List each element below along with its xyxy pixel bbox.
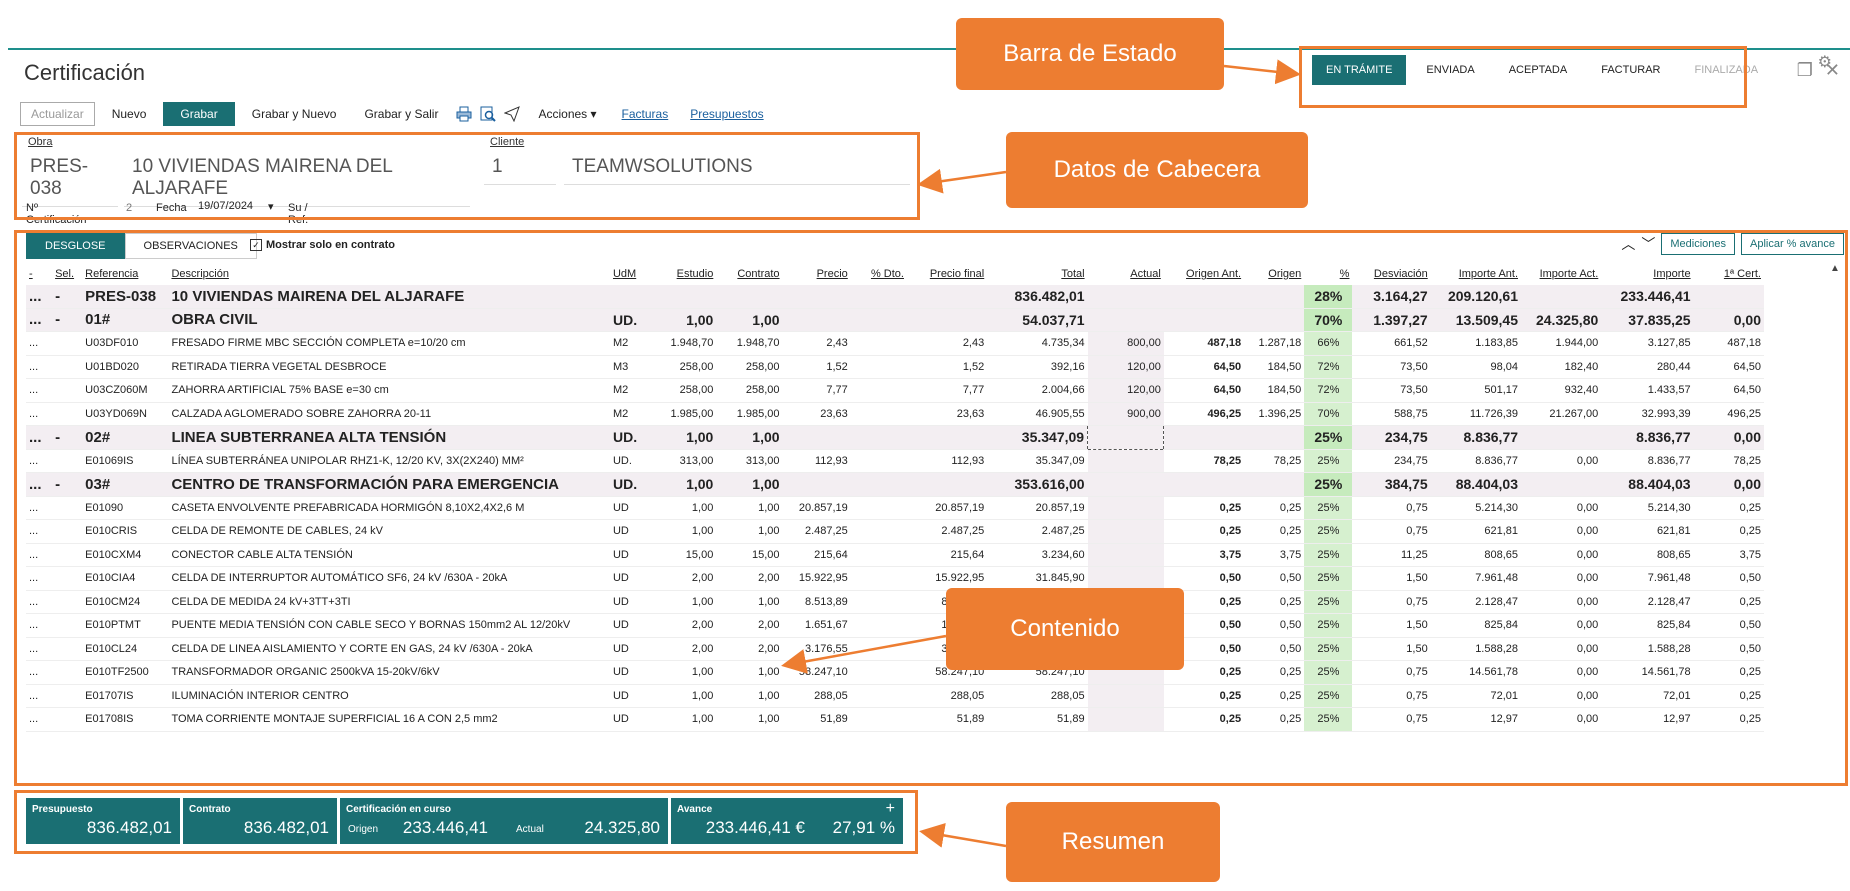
facturas-link[interactable]: Facturas	[614, 107, 677, 121]
actualizar-button[interactable]: Actualizar	[20, 102, 95, 126]
grabar-button[interactable]: Grabar	[163, 102, 235, 126]
send-icon[interactable]	[503, 105, 521, 123]
print-icon[interactable]	[455, 105, 473, 123]
grabar-nuevo-button[interactable]: Grabar y Nuevo	[241, 102, 348, 126]
caret-down-icon: ▾	[590, 107, 597, 121]
callout-resumen: Resumen	[1006, 802, 1220, 882]
window-title: Certificación	[24, 60, 146, 85]
grabar-salir-button[interactable]: Grabar y Salir	[353, 102, 449, 126]
restore-icon[interactable]: ❐	[1797, 60, 1813, 81]
status-bar-frame	[1299, 46, 1747, 108]
callout-datos-cabecera: Datos de Cabecera	[1006, 132, 1308, 208]
content-frame	[14, 230, 1848, 786]
settings-gear-icon[interactable]: ⚙	[1818, 52, 1832, 72]
preview-icon[interactable]	[479, 105, 497, 123]
acciones-label: Acciones	[538, 107, 588, 121]
nuevo-button[interactable]: Nuevo	[101, 102, 158, 126]
callout-contenido: Contenido	[946, 588, 1184, 670]
summary-frame	[14, 790, 918, 854]
acciones-menu[interactable]: Acciones ▾	[527, 102, 607, 126]
toolbar: Actualizar Nuevo Grabar Grabar y Nuevo G…	[20, 102, 772, 126]
header-frame	[14, 132, 920, 220]
callout-barra-estado: Barra de Estado	[956, 18, 1224, 90]
presupuestos-link[interactable]: Presupuestos	[682, 107, 771, 121]
